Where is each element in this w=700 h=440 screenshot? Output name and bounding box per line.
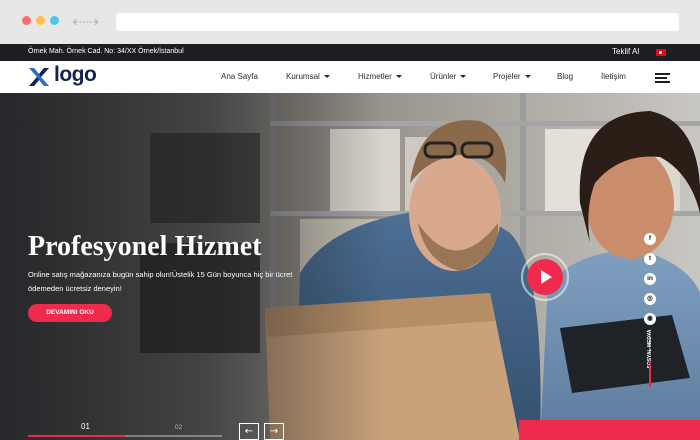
chevron-down-icon — [323, 75, 330, 79]
chevron-down-icon — [524, 75, 531, 79]
close-window-icon[interactable] — [22, 16, 31, 25]
nav-item-corporate[interactable]: Kurumsal — [286, 72, 330, 81]
twitter-icon[interactable]: t — [644, 253, 656, 265]
linkedin-icon[interactable]: in — [644, 273, 656, 285]
instagram-icon[interactable]: ◎ — [644, 293, 656, 305]
hero-overlay — [0, 93, 700, 440]
play-icon[interactable] — [527, 259, 563, 295]
turkey-flag-icon[interactable] — [656, 49, 666, 56]
chevron-down-icon — [460, 75, 467, 79]
logo-icon[interactable] — [27, 66, 51, 88]
logo-text[interactable]: logo — [54, 63, 97, 87]
get-quote-link[interactable]: Teklif Al — [612, 47, 639, 56]
read-more-button[interactable]: DEVAMINI OKU — [28, 304, 112, 322]
site-header: logo Ana Sayfa Kurumsal Hizmetler Ürünle… — [0, 61, 700, 93]
hero-slider: Profesyonel Hizmet Online satış mağazanı… — [0, 93, 700, 440]
address-bar[interactable] — [116, 13, 679, 31]
browser-chrome: ⇠⇢ — [0, 0, 700, 44]
nav-item-services[interactable]: Hizmetler — [358, 72, 402, 81]
accent-panel — [519, 420, 700, 440]
browser-window: ⇠⇢ Örnek Mah. Örnek Cad. No: 34/XX Örnek… — [0, 0, 700, 440]
hero-title: Profesyonel Hizmet — [28, 231, 262, 262]
slide-current-number[interactable]: 01 — [81, 422, 90, 431]
facebook-icon[interactable]: f — [644, 233, 656, 245]
nav-item-contact[interactable]: İletişim — [601, 72, 626, 81]
next-slide-button[interactable]: → — [264, 423, 284, 440]
social-accent-line — [649, 361, 651, 387]
nav-item-projects[interactable]: Projeler — [493, 72, 531, 81]
slide-progress-track — [28, 435, 222, 437]
slide-progress-fill — [28, 435, 125, 437]
chevron-down-icon — [395, 75, 402, 79]
prev-slide-button[interactable]: ← — [239, 423, 259, 440]
company-address: Örnek Mah. Örnek Cad. No: 34/XX Örnek/İs… — [28, 48, 184, 55]
nav-item-products[interactable]: Ürünler — [430, 72, 467, 81]
dribbble-icon[interactable]: ◉ — [644, 313, 656, 325]
nav-item-home[interactable]: Ana Sayfa — [221, 72, 258, 81]
nav-item-blog[interactable]: Blog — [557, 72, 573, 81]
top-info-bar: Örnek Mah. Örnek Cad. No: 34/XX Örnek/İs… — [0, 44, 700, 61]
hero-description: Online satış mağazanıza bugün sahip olun… — [28, 270, 293, 293]
maximize-window-icon[interactable] — [50, 16, 59, 25]
minimize-window-icon[interactable] — [36, 16, 45, 25]
slide-next-number[interactable]: 02 — [175, 424, 182, 431]
hamburger-menu-icon[interactable] — [655, 73, 670, 83]
back-forward-icon[interactable]: ⇠⇢ — [72, 12, 99, 31]
